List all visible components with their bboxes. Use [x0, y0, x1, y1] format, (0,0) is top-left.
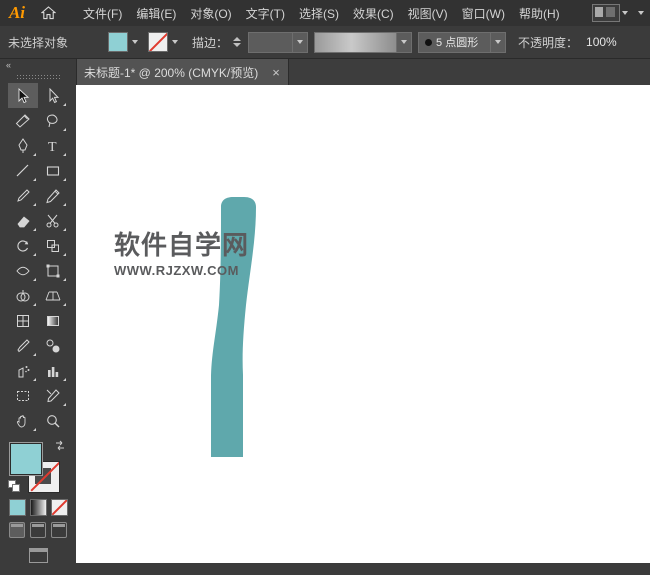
tool-rotate[interactable]: [8, 233, 38, 258]
artboard-canvas[interactable]: 软件自学网 WWW.RJZXW.COM: [76, 85, 650, 563]
tool-scale[interactable]: [38, 233, 68, 258]
brush-definition-combo[interactable]: 5 点圆形: [418, 32, 506, 53]
close-icon[interactable]: ×: [272, 66, 280, 79]
selection-status-label: 未选择对象: [0, 34, 104, 51]
stroke-chevron-down-icon[interactable]: [168, 40, 182, 44]
menu-edit[interactable]: 编辑(E): [129, 1, 183, 26]
tool-slice[interactable]: [38, 383, 68, 408]
menu-bar: Ai 文件(F) 编辑(E) 对象(O) 文字(T) 选择(S) 效果(C) 视…: [0, 0, 650, 26]
menu-effect[interactable]: 效果(C): [346, 1, 401, 26]
vector-shape[interactable]: [206, 195, 296, 465]
stroke-profile-combo[interactable]: [314, 32, 412, 53]
status-bar: [76, 563, 650, 575]
opacity-value[interactable]: 100%: [586, 35, 617, 49]
swap-fill-stroke-icon[interactable]: [54, 439, 68, 453]
tool-hand[interactable]: [8, 408, 38, 433]
arrange-documents-icon[interactable]: [592, 4, 620, 22]
menu-help[interactable]: 帮助(H): [512, 1, 567, 26]
fill-chevron-down-icon[interactable]: [128, 40, 142, 44]
tool-grid: T: [8, 83, 68, 433]
toolbar-fill-swatch[interactable]: [10, 443, 42, 475]
tool-mesh[interactable]: [8, 308, 38, 333]
tool-free-transform[interactable]: [38, 258, 68, 283]
tool-direct-selection[interactable]: [38, 83, 68, 108]
draw-normal-icon[interactable]: [9, 522, 25, 538]
tool-type[interactable]: T: [38, 133, 68, 158]
fill-swatch[interactable]: [108, 32, 128, 52]
stroke-weight-stepper[interactable]: [231, 33, 242, 51]
tool-gradient[interactable]: [38, 308, 68, 333]
default-fill-stroke-icon[interactable]: [8, 480, 21, 493]
color-mode-none[interactable]: [51, 499, 68, 516]
menu-window[interactable]: 窗口(W): [455, 1, 512, 26]
document-tab-title: 未标题-1* @ 200% (CMYK/预览): [84, 64, 258, 81]
color-mode-color[interactable]: [9, 499, 26, 516]
menu-object[interactable]: 对象(O): [183, 1, 238, 26]
tool-blend[interactable]: [38, 333, 68, 358]
stroke-profile-preview: [315, 33, 396, 52]
tool-column-graph[interactable]: [38, 358, 68, 383]
menubar-right-controls: [592, 0, 644, 26]
tools-panel-grip[interactable]: [0, 71, 76, 81]
brush-definition-value: 5 点圆形: [432, 34, 490, 50]
tool-symbol-sprayer[interactable]: [8, 358, 38, 383]
stroke-control[interactable]: [148, 32, 182, 52]
arrange-chevron-down-icon[interactable]: [622, 11, 628, 15]
stroke-weight-chevron-down-icon[interactable]: [292, 33, 307, 52]
tool-width[interactable]: [8, 258, 38, 283]
draw-inside-icon[interactable]: [51, 522, 67, 538]
svg-text:T: T: [48, 140, 57, 154]
document-tab-1[interactable]: 未标题-1* @ 200% (CMYK/预览) ×: [76, 59, 289, 85]
drawing-mode-buttons: [8, 522, 68, 538]
draw-behind-icon[interactable]: [30, 522, 46, 538]
stroke-weight-combo[interactable]: [248, 32, 308, 53]
control-bar: 未选择对象 描边： 5 点圆形: [0, 26, 650, 59]
stroke-weight-label: 描边：: [192, 34, 228, 51]
app-logo: Ai: [0, 0, 34, 26]
tool-shape-builder[interactable]: [8, 283, 38, 308]
document-tab-bar: 未标题-1* @ 200% (CMYK/预览) ×: [76, 59, 650, 86]
tool-paintbrush[interactable]: [8, 183, 38, 208]
tool-magic-wand[interactable]: [8, 108, 38, 133]
menu-item-list: 文件(F) 编辑(E) 对象(O) 文字(T) 选择(S) 效果(C) 视图(V…: [76, 1, 567, 26]
tool-pencil[interactable]: [38, 183, 68, 208]
tool-pen[interactable]: [8, 133, 38, 158]
menu-file[interactable]: 文件(F): [76, 1, 129, 26]
change-screen-mode-icon[interactable]: [8, 548, 68, 563]
tool-eraser[interactable]: [8, 208, 38, 233]
stroke-swatch-none-icon[interactable]: [148, 32, 168, 52]
tool-rectangle[interactable]: [38, 158, 68, 183]
color-mode-gradient[interactable]: [30, 499, 47, 516]
color-mode-buttons: [8, 499, 68, 516]
tools-panel: « T: [0, 59, 77, 575]
tool-line-segment[interactable]: [8, 158, 38, 183]
tool-scissors[interactable]: [38, 208, 68, 233]
toolbar-footer: [0, 563, 76, 575]
workspace-chevron-down-icon[interactable]: [638, 11, 644, 15]
menu-view[interactable]: 视图(V): [401, 1, 455, 26]
tool-lasso[interactable]: [38, 108, 68, 133]
tool-zoom[interactable]: [38, 408, 68, 433]
tool-eyedropper[interactable]: [8, 333, 38, 358]
brush-preview-icon: [425, 39, 432, 46]
brush-chevron-down-icon[interactable]: [490, 33, 505, 52]
home-icon[interactable]: [34, 0, 62, 26]
tool-artboard[interactable]: [8, 383, 38, 408]
tool-selection[interactable]: [8, 83, 38, 108]
stroke-profile-chevron-down-icon[interactable]: [396, 33, 411, 52]
tools-panel-collapse-icon[interactable]: «: [0, 59, 76, 71]
fill-control[interactable]: [108, 32, 142, 52]
illustrator-window: Ai 文件(F) 编辑(E) 对象(O) 文字(T) 选择(S) 效果(C) 视…: [0, 0, 650, 575]
tool-perspective-grid[interactable]: [38, 283, 68, 308]
fill-stroke-controls: [8, 441, 68, 493]
menu-type[interactable]: 文字(T): [239, 1, 292, 26]
menu-select[interactable]: 选择(S): [292, 1, 346, 26]
opacity-label: 不透明度：: [518, 34, 578, 51]
